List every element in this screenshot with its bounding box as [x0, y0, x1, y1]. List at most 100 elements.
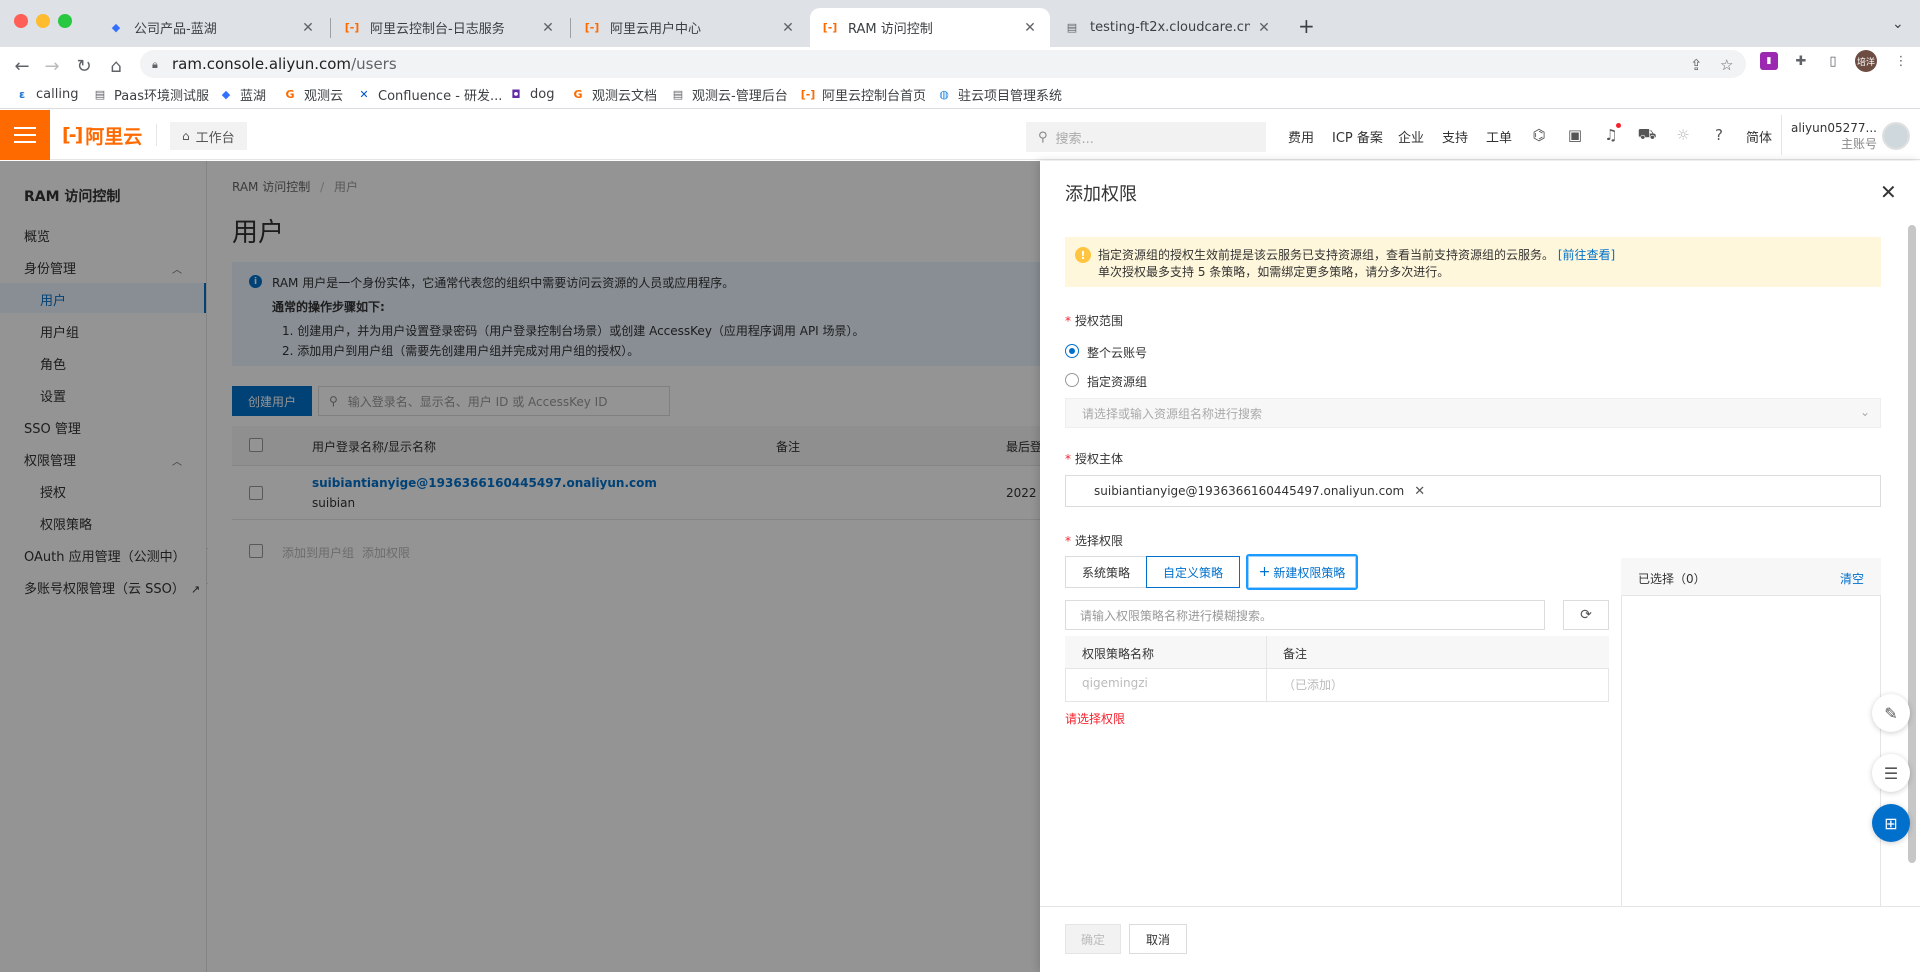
window-minimize-button[interactable]: [36, 14, 50, 28]
bookmark-guance-admin[interactable]: ▤ 观测云-管理后台: [670, 83, 788, 105]
nav-billing[interactable]: 费用: [1288, 127, 1314, 146]
tab-custom-policy[interactable]: 自定义策略: [1146, 556, 1240, 588]
close-icon[interactable]: ✕: [540, 20, 556, 36]
lightbulb-icon[interactable]: ☼: [1674, 126, 1692, 144]
bookmark-dog[interactable]: ◘ dog: [508, 83, 554, 105]
puzzle-icon[interactable]: ✚: [1792, 52, 1810, 70]
extension-icon[interactable]: ▮: [1760, 52, 1778, 70]
confluence-icon: ✕: [359, 87, 369, 101]
tab-search-chevron-icon[interactable]: ⌄: [1892, 16, 1904, 32]
doc-icon: ▤: [1066, 21, 1078, 34]
nav-icp[interactable]: ICP 备案: [1332, 127, 1383, 146]
permission-label: * 选择权限: [1065, 534, 1124, 548]
warning-text: 指定资源组的授权生效前提是该云服务已支持资源组，查看当前支持资源组的云服务。 […: [1098, 248, 1616, 262]
lanhu-icon: ◆: [111, 21, 121, 34]
feedback-icon[interactable]: ☰: [1872, 754, 1910, 792]
drawer-title: 添加权限: [1065, 184, 1137, 205]
help-icon[interactable]: ?: [1710, 126, 1728, 144]
validation-error: 请选择权限: [1065, 712, 1126, 726]
aliyun-logo[interactable]: [-] 阿里云: [62, 124, 142, 148]
modal-overlay[interactable]: [0, 161, 1040, 972]
menu-icon[interactable]: [0, 110, 50, 160]
bookmark-calling[interactable]: ɛ calling: [14, 83, 79, 105]
reload-icon[interactable]: ↻: [74, 56, 94, 77]
remove-tag-icon[interactable]: ✕: [1414, 484, 1425, 499]
column-header: 备注: [1283, 647, 1308, 661]
bookmark-guance[interactable]: G 观测云: [282, 83, 343, 105]
bookmark-lanhu[interactable]: ◆ 蓝湖: [218, 83, 266, 105]
edit-icon[interactable]: ✎: [1872, 694, 1910, 732]
browser-tab-ram[interactable]: [-] RAM 访问控制 ✕: [810, 8, 1050, 47]
bookmark-project[interactable]: ◍ 驻云项目管理系统: [936, 83, 1062, 105]
bookmark-confluence[interactable]: ✕ Confluence - 研发...: [356, 83, 502, 105]
tab-system-policy[interactable]: 系统策略: [1065, 556, 1147, 588]
scope-radio-account[interactable]: [1065, 344, 1079, 358]
close-icon[interactable]: ✕: [1880, 180, 1897, 204]
datadog-icon: ◘: [511, 87, 521, 101]
column-divider: [1266, 636, 1267, 702]
home-icon[interactable]: ⌂: [106, 56, 126, 77]
share-icon[interactable]: ⇪: [1690, 56, 1703, 74]
guance-icon: G: [285, 87, 295, 101]
workbench-button[interactable]: ⌂ 工作台: [170, 122, 247, 150]
forward-icon[interactable]: →: [42, 56, 62, 77]
scope-option-label[interactable]: 整个云账号: [1087, 344, 1147, 361]
guance-icon: G: [573, 87, 583, 101]
cancel-button[interactable]: 取消: [1129, 924, 1187, 954]
browser-tab-testing[interactable]: ▤ testing-ft2x.cloudcare.cn/login ✕: [1052, 8, 1284, 47]
address-bar[interactable]: 🔒︎ ram.console.aliyun.com/users: [140, 50, 1746, 78]
sidepanel-icon[interactable]: ▯: [1824, 52, 1842, 70]
close-icon[interactable]: ✕: [1256, 20, 1272, 36]
close-icon[interactable]: ✕: [780, 20, 796, 36]
refresh-icon[interactable]: ⟳: [1563, 600, 1609, 630]
browser-tab-usercenter[interactable]: [-] 阿里云用户中心 ✕: [572, 8, 808, 47]
window-close-button[interactable]: [14, 14, 28, 28]
clear-selection-button[interactable]: 清空: [1840, 570, 1864, 587]
terminal-icon[interactable]: ▣: [1566, 126, 1584, 144]
notification-dot: [1616, 123, 1621, 128]
bookmark-star-icon[interactable]: ☆: [1720, 56, 1733, 74]
principal-label: * 授权主体: [1065, 452, 1124, 466]
selected-policies-panel: [1621, 558, 1881, 908]
warning-icon: !: [1075, 247, 1091, 263]
lanhu-icon: ◆: [221, 87, 231, 101]
new-policy-button[interactable]: + 新建权限策略: [1246, 554, 1358, 590]
resource-group-services-link[interactable]: [前往查看]: [1558, 248, 1615, 262]
policy-note-cell: （已添加）: [1283, 678, 1344, 692]
policy-search-input[interactable]: 请输入权限策略名称进行模糊搜索。: [1065, 600, 1545, 630]
aliyun-icon: [-]: [584, 21, 600, 34]
console-topbar: [0, 110, 1920, 160]
language-switch[interactable]: 简体: [1746, 127, 1772, 146]
browser-tab-sls[interactable]: [-] 阿里云控制台-日志服务 ✕: [332, 8, 568, 47]
calling-icon: ɛ: [18, 87, 26, 101]
cart-icon[interactable]: ⛟: [1638, 125, 1657, 144]
nav-ticket[interactable]: 工单: [1486, 127, 1512, 146]
new-tab-button[interactable]: +: [1298, 14, 1315, 38]
bell-icon[interactable]: ♫: [1602, 126, 1620, 144]
account-menu[interactable]: aliyun05277... 主账号: [1791, 120, 1877, 152]
resource-group-select[interactable]: 请选择或输入资源组名称进行搜索 ⌄: [1065, 398, 1881, 428]
divider: [1781, 115, 1782, 155]
bookmark-guance-docs[interactable]: G 观测云文档: [570, 83, 657, 105]
bookmark-aliyun-console[interactable]: [-] 阿里云控制台首页: [800, 83, 926, 105]
avatar[interactable]: [1882, 122, 1910, 150]
api-icon[interactable]: ⌬: [1530, 126, 1548, 144]
confirm-button[interactable]: 确定: [1065, 924, 1121, 954]
window-zoom-button[interactable]: [58, 14, 72, 28]
browser-tab-lanhu[interactable]: ◆ 公司产品-蓝湖 ✕: [96, 8, 328, 47]
close-icon[interactable]: ✕: [1022, 20, 1038, 36]
globe-icon: ◍: [939, 87, 949, 101]
back-icon[interactable]: ←: [12, 56, 32, 77]
nav-support[interactable]: 支持: [1442, 127, 1468, 146]
principal-tag: suibiantianyige@1936366160445497.onaliyu…: [1094, 483, 1426, 499]
profile-avatar[interactable]: 培洋: [1855, 50, 1877, 72]
nav-enterprise[interactable]: 企业: [1398, 127, 1424, 146]
more-menu-icon[interactable]: ⋮: [1892, 52, 1910, 70]
close-icon[interactable]: ✕: [300, 20, 316, 36]
bookmark-paas[interactable]: ▤ Paas环境测试服: [92, 83, 209, 105]
scope-option-label[interactable]: 指定资源组: [1087, 373, 1147, 390]
apps-icon[interactable]: ⊞: [1872, 804, 1910, 842]
tab-separator: [330, 18, 331, 38]
scope-radio-resource-group[interactable]: [1065, 373, 1079, 387]
console-search-input[interactable]: ⚲ 搜索...: [1026, 122, 1266, 152]
